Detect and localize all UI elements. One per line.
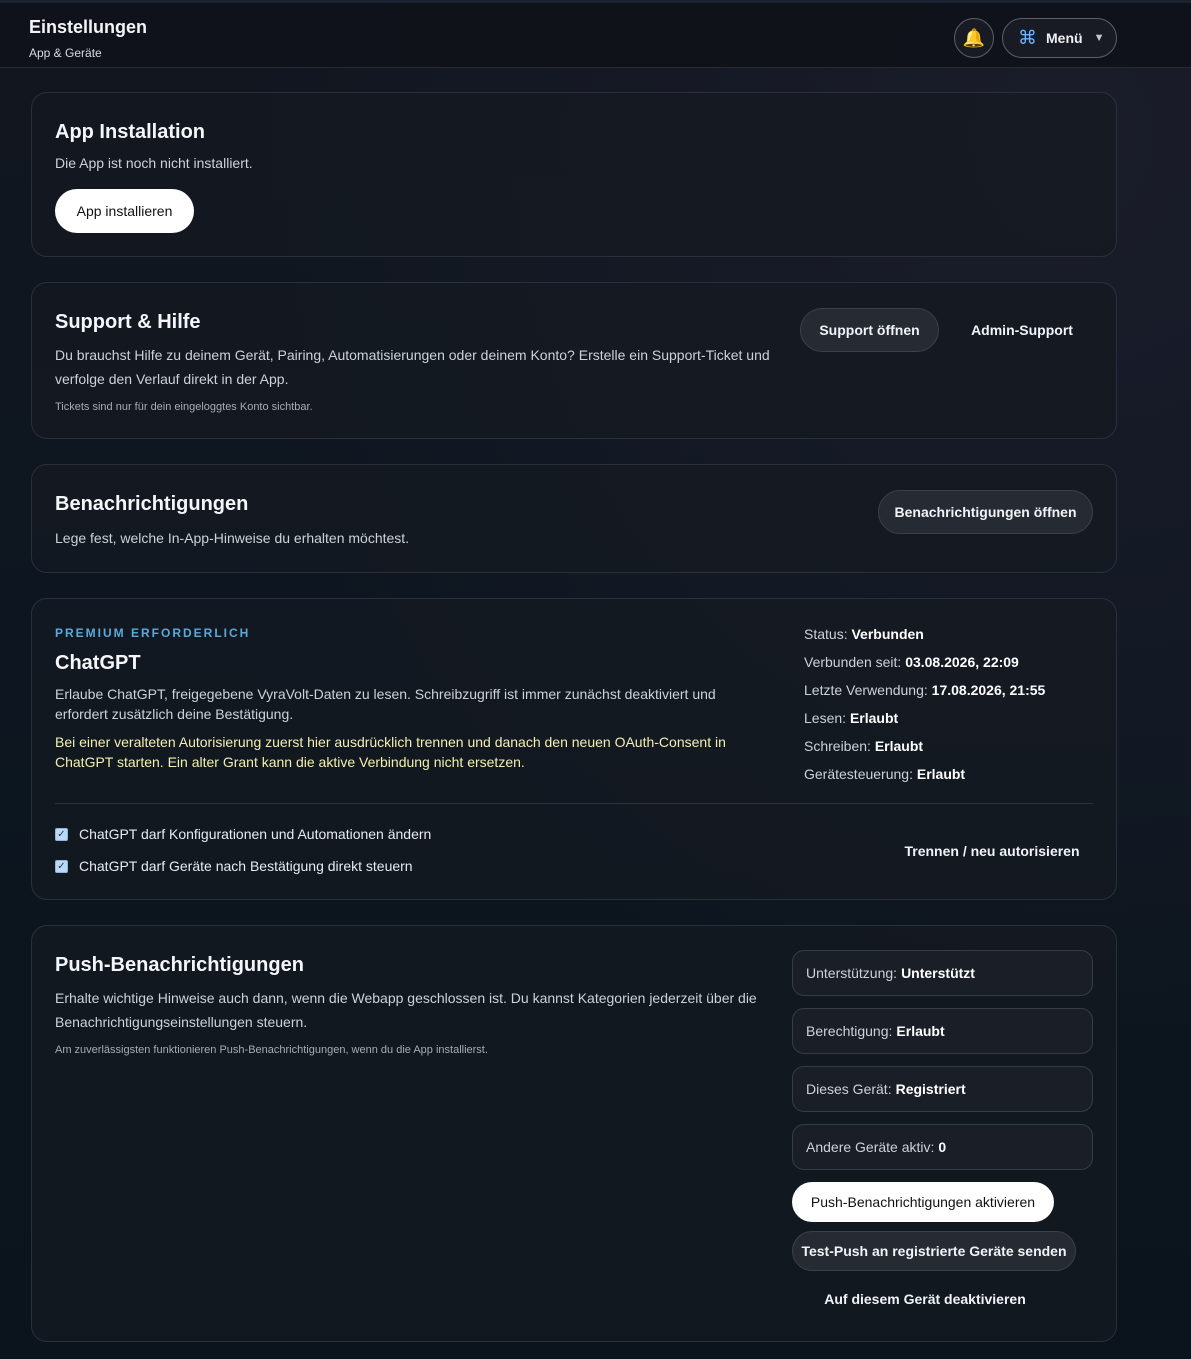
notifications-title: Benachrichtigungen <box>55 493 249 515</box>
push-description: Erhalte wichtige Hinweise auch dann, wen… <box>55 990 757 1030</box>
support-title: Support & Hilfe <box>55 311 201 333</box>
disconnect-reauthorize-button[interactable]: Trennen / neu autorisieren <box>892 829 1092 873</box>
premium-badge: PREMIUM ERFORDERLICH <box>55 626 251 640</box>
chatgpt-warning: Bei einer veralteten Autorisierung zuers… <box>55 734 726 770</box>
menu-label: Menü <box>1046 30 1083 46</box>
chatgpt-write-row: Schreiben: Erlaubt <box>804 738 924 754</box>
chatgpt-divider <box>55 803 1093 804</box>
support-note: Tickets sind nur für dein eingeloggtes K… <box>55 401 313 413</box>
checkbox-config-label: ChatGPT darf Konfigurationen und Automat… <box>79 826 432 842</box>
checkbox-config[interactable]: ✓ <box>55 827 68 841</box>
page-subtitle: App & Geräte <box>29 46 102 60</box>
app-install-card: App Installation Die App ist noch nicht … <box>31 92 1117 257</box>
activate-push-button[interactable]: Push-Benachrichtigungen aktivieren <box>792 1182 1054 1222</box>
push-device-status: Dieses Gerät: Registriert <box>792 1066 1093 1112</box>
command-icon: ⌘ <box>1018 27 1037 49</box>
chatgpt-last-used-row: Letzte Verwendung: 17.08.2026, 21:55 <box>804 682 1046 698</box>
chevron-down-icon: ▼ <box>1093 32 1105 44</box>
push-support-status: Unterstützung: Unterstützt <box>792 950 1093 996</box>
push-note: Am zuverlässigsten funktionieren Push-Be… <box>55 1044 488 1056</box>
notifications-bell-button[interactable]: 🔔 <box>954 18 994 58</box>
push-permission-status: Berechtigung: Erlaubt <box>792 1008 1093 1054</box>
open-support-button[interactable]: Support öffnen <box>800 308 939 352</box>
app-install-title: App Installation <box>55 121 205 143</box>
notifications-description: Lege fest, welche In-App-Hinweise du erh… <box>55 530 410 546</box>
install-app-button[interactable]: App installieren <box>55 189 194 233</box>
test-push-button[interactable]: Test-Push an registrierte Geräte senden <box>792 1231 1076 1271</box>
deactivate-push-button[interactable]: Auf diesem Gerät deaktivieren <box>792 1279 1058 1319</box>
chatgpt-description: Erlaube ChatGPT, freigegebene VyraVolt-D… <box>55 686 716 722</box>
support-description: Du brauchst Hilfe zu deinem Gerät, Pairi… <box>55 347 770 387</box>
chatgpt-card: PREMIUM ERFORDERLICH ChatGPT Erlaube Cha… <box>31 598 1117 900</box>
chatgpt-status-row: Status: Verbunden <box>804 626 924 642</box>
notifications-card: Benachrichtigungen Lege fest, welche In-… <box>31 464 1117 573</box>
chatgpt-read-row: Lesen: Erlaubt <box>804 710 899 726</box>
bell-icon: 🔔 <box>962 27 986 48</box>
open-notifications-button[interactable]: Benachrichtigungen öffnen <box>878 490 1093 534</box>
menu-button[interactable]: ⌘ Menü ▼ <box>1002 18 1117 58</box>
push-other-devices-status: Andere Geräte aktiv: 0 <box>792 1124 1093 1170</box>
checkbox-devices[interactable]: ✓ <box>55 859 68 873</box>
app-install-description: Die App ist noch nicht installiert. <box>55 155 253 171</box>
checkbox-row-config[interactable]: ✓ ChatGPT darf Konfigurationen und Autom… <box>55 826 431 842</box>
chatgpt-title: ChatGPT <box>55 652 141 674</box>
chatgpt-connected-since-row: Verbunden seit: 03.08.2026, 22:09 <box>804 654 1019 670</box>
admin-support-button[interactable]: Admin-Support <box>957 308 1087 352</box>
checkbox-devices-label: ChatGPT darf Geräte nach Bestätigung dir… <box>79 858 413 874</box>
push-title: Push-Benachrichtigungen <box>55 954 304 976</box>
checkbox-row-devices[interactable]: ✓ ChatGPT darf Geräte nach Bestätigung d… <box>55 858 413 874</box>
chatgpt-device-control-row: Gerätesteuerung: Erlaubt <box>804 766 966 782</box>
push-card: Push-Benachrichtigungen Erhalte wichtige… <box>31 925 1117 1342</box>
top-bar: Einstellungen App & Geräte 🔔 ⌘ Menü ▼ <box>0 0 1191 68</box>
page-title: Einstellungen <box>29 17 148 37</box>
support-card: Support & Hilfe Du brauchst Hilfe zu dei… <box>31 282 1117 439</box>
